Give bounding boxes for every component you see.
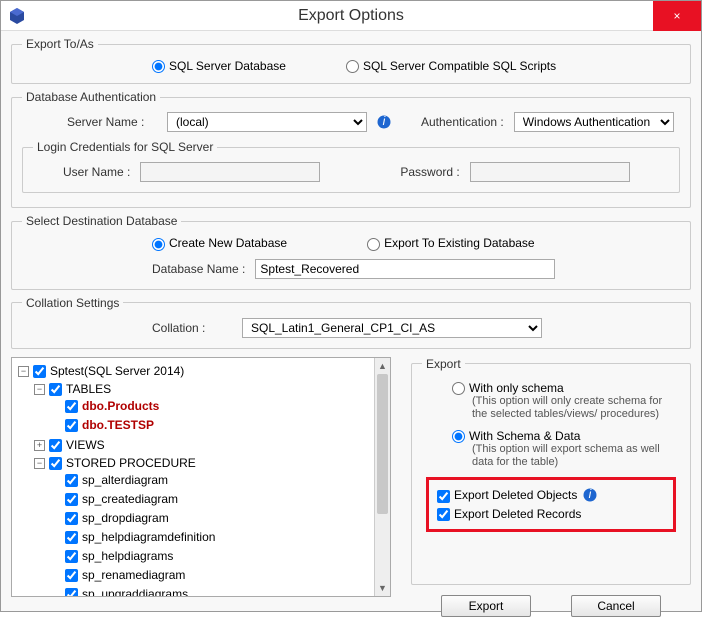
tree-item-checkbox[interactable] bbox=[65, 400, 78, 413]
login-credentials-legend: Login Credentials for SQL Server bbox=[33, 140, 217, 154]
collation-legend: Collation Settings bbox=[22, 296, 123, 310]
dbname-input[interactable] bbox=[255, 259, 555, 279]
export-group: Export With only schema (This option wil… bbox=[411, 357, 691, 585]
tree-sp-item[interactable]: sp_dropdiagram bbox=[50, 510, 169, 527]
tree-item-checkbox[interactable] bbox=[65, 512, 78, 525]
username-label: User Name : bbox=[63, 165, 130, 179]
tree-sp-item[interactable]: sp_renamediagram bbox=[50, 567, 185, 584]
svg-text:i: i bbox=[589, 488, 592, 501]
tree-item-checkbox[interactable] bbox=[65, 550, 78, 563]
tree-sp-item[interactable]: sp_helpdiagramdefinition bbox=[50, 529, 215, 546]
export-options-window: Export Options × Export To/As SQL Server… bbox=[0, 0, 702, 612]
collation-select[interactable]: SQL_Latin1_General_CP1_CI_AS bbox=[242, 318, 542, 338]
collation-label: Collation : bbox=[152, 321, 232, 335]
password-input bbox=[470, 162, 630, 182]
export-to-group: Export To/As SQL Server Database SQL Ser… bbox=[11, 37, 691, 84]
with-only-schema-option[interactable]: With only schema bbox=[452, 381, 564, 395]
with-only-schema-sub: (This option will only create schema for… bbox=[472, 395, 670, 421]
tree-root[interactable]: −Sptest(SQL Server 2014) bbox=[18, 363, 184, 380]
tree-item-checkbox[interactable] bbox=[65, 588, 78, 597]
tree-sp-item[interactable]: sp_creatediagram bbox=[50, 491, 178, 508]
close-icon: × bbox=[673, 9, 680, 23]
collapse-icon[interactable]: − bbox=[18, 366, 29, 377]
tree-item-checkbox[interactable] bbox=[65, 419, 78, 432]
tree-table-item[interactable]: dbo.TESTSP bbox=[50, 417, 154, 434]
tree-sp-item[interactable]: sp_helpdiagrams bbox=[50, 548, 173, 565]
authentication-select[interactable]: Windows Authentication bbox=[514, 112, 674, 132]
tree-table-item[interactable]: dbo.Products bbox=[50, 398, 159, 415]
svg-text:i: i bbox=[383, 115, 386, 128]
with-schema-data-radio[interactable] bbox=[452, 430, 465, 443]
export-deleted-objects-checkbox[interactable] bbox=[437, 490, 450, 503]
export-deleted-objects-option[interactable]: Export Deleted Objects bbox=[437, 488, 577, 502]
window-title: Export Options bbox=[1, 7, 701, 25]
export-to-sqlserver-option[interactable]: SQL Server Database bbox=[152, 59, 286, 73]
server-name-select[interactable]: (local) bbox=[167, 112, 367, 132]
tree-item-checkbox[interactable] bbox=[65, 569, 78, 582]
tree-item-checkbox[interactable] bbox=[65, 531, 78, 544]
with-only-schema-radio[interactable] bbox=[452, 382, 465, 395]
tree-views[interactable]: +VIEWS bbox=[34, 437, 105, 454]
destination-group: Select Destination Database Create New D… bbox=[11, 214, 691, 289]
expand-icon[interactable]: + bbox=[34, 440, 45, 451]
deleted-options-highlight: Export Deleted Objects i Export Deleted … bbox=[426, 477, 676, 532]
tree-tables[interactable]: −TABLES bbox=[34, 381, 111, 398]
tree-root-checkbox[interactable] bbox=[33, 365, 46, 378]
collapse-icon[interactable]: − bbox=[34, 384, 45, 395]
create-new-db-radio[interactable] bbox=[152, 238, 165, 251]
password-label: Password : bbox=[400, 165, 459, 179]
export-deleted-records-option[interactable]: Export Deleted Records bbox=[437, 507, 581, 521]
cancel-button[interactable]: Cancel bbox=[571, 595, 661, 617]
with-schema-data-option[interactable]: With Schema & Data bbox=[452, 429, 580, 443]
export-deleted-records-checkbox[interactable] bbox=[437, 508, 450, 521]
tree-sp-item[interactable]: sp_alterdiagram bbox=[50, 472, 168, 489]
export-to-scripts-radio[interactable] bbox=[346, 60, 359, 73]
server-name-label: Server Name : bbox=[67, 115, 157, 129]
scroll-thumb[interactable] bbox=[377, 374, 388, 514]
username-input bbox=[140, 162, 320, 182]
export-button[interactable]: Export bbox=[441, 595, 531, 617]
authentication-label: Authentication : bbox=[421, 115, 504, 129]
auth-group: Database Authentication Server Name : (l… bbox=[11, 90, 691, 208]
login-credentials-group: Login Credentials for SQL Server User Na… bbox=[22, 140, 680, 193]
info-icon[interactable]: i bbox=[583, 488, 597, 502]
tree-stored-proc[interactable]: −STORED PROCEDURE bbox=[34, 455, 196, 472]
create-new-db-option[interactable]: Create New Database bbox=[152, 236, 287, 250]
export-existing-db-option[interactable]: Export To Existing Database bbox=[367, 236, 535, 250]
tree-item-checkbox[interactable] bbox=[65, 493, 78, 506]
tree-tables-checkbox[interactable] bbox=[49, 383, 62, 396]
collapse-icon[interactable]: − bbox=[34, 458, 45, 469]
info-icon[interactable]: i bbox=[377, 115, 391, 129]
export-to-sqlserver-radio[interactable] bbox=[152, 60, 165, 73]
scroll-down-icon[interactable]: ▼ bbox=[375, 580, 390, 596]
collation-group: Collation Settings Collation : SQL_Latin… bbox=[11, 296, 691, 349]
title-bar: Export Options × bbox=[1, 1, 701, 31]
tree-item-checkbox[interactable] bbox=[65, 474, 78, 487]
export-to-legend: Export To/As bbox=[22, 37, 98, 51]
object-tree[interactable]: −Sptest(SQL Server 2014) −TABLES dbo.Pro… bbox=[11, 357, 391, 597]
with-schema-data-sub: (This option will export schema as well … bbox=[472, 443, 670, 469]
scroll-up-icon[interactable]: ▲ bbox=[375, 358, 390, 374]
tree-views-checkbox[interactable] bbox=[49, 439, 62, 452]
export-to-scripts-option[interactable]: SQL Server Compatible SQL Scripts bbox=[346, 59, 556, 73]
tree-sp-checkbox[interactable] bbox=[49, 457, 62, 470]
auth-legend: Database Authentication bbox=[22, 90, 160, 104]
tree-sp-item[interactable]: sp_upgraddiagrams bbox=[50, 586, 188, 597]
export-legend: Export bbox=[422, 357, 465, 371]
close-button[interactable]: × bbox=[653, 1, 701, 31]
dbname-label: Database Name : bbox=[152, 262, 245, 276]
export-existing-db-radio[interactable] bbox=[367, 238, 380, 251]
destination-legend: Select Destination Database bbox=[22, 214, 181, 228]
tree-scrollbar[interactable]: ▲ ▼ bbox=[374, 358, 390, 596]
content: Export To/As SQL Server Database SQL Ser… bbox=[1, 31, 701, 627]
